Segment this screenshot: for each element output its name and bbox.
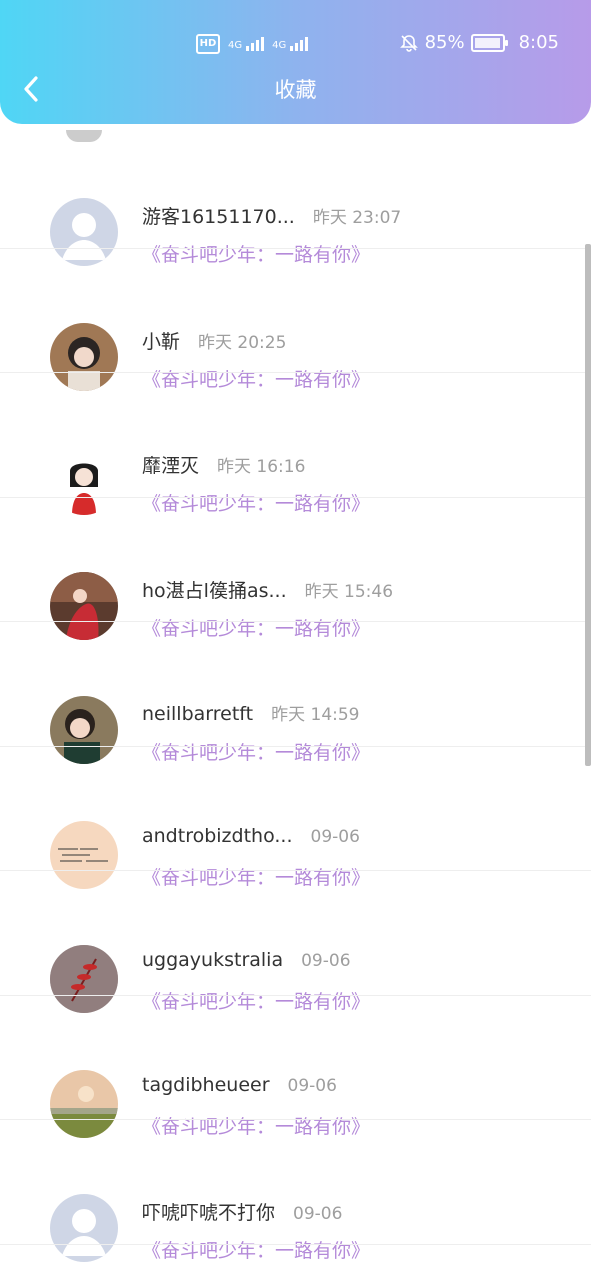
network-type-label: 4G — [228, 40, 243, 51]
user-name[interactable]: uggayukstralia 09-06 — [142, 949, 351, 971]
user-name[interactable]: 靡湮灭 昨天 16:16 — [142, 451, 305, 478]
timestamp: 09-06 — [310, 826, 360, 847]
hd-icon: HD — [196, 34, 220, 54]
list-item[interactable]: 游客16151170... 昨天 23:07 《奋斗吧少年：一路有你》 — [0, 124, 591, 266]
timestamp: 昨天 14:59 — [271, 705, 360, 725]
clock: 8:05 — [518, 32, 559, 53]
battery-percent: 85% — [424, 32, 465, 53]
list-item[interactable]: ho湛占l篌捅as... 昨天 15:46 《奋斗吧少年：一路有你》 — [0, 498, 591, 640]
user-name[interactable]: tagdibheueer 09-06 — [142, 1074, 337, 1096]
signal-icon-2: 4G — [272, 37, 309, 51]
timestamp: 09-06 — [293, 1204, 343, 1224]
timestamp: 昨天 16:16 — [217, 457, 306, 477]
battery-icon — [470, 33, 508, 52]
user-name[interactable]: 小靳 昨天 20:25 — [142, 327, 286, 354]
avatar[interactable] — [50, 1194, 118, 1262]
timestamp: 昨天 15:46 — [304, 581, 394, 602]
network-type-label-2: 4G — [272, 40, 287, 51]
divider — [0, 1243, 591, 1245]
list-item[interactable]: uggayukstralia 09-06 《奋斗吧少年：一路有你》 — [0, 871, 591, 1013]
user-name[interactable]: 游客16151170... 昨天 23:07 — [142, 202, 401, 229]
list-item[interactable]: 小靳 昨天 20:25 《奋斗吧少年：一路有你》 — [0, 249, 591, 391]
favorites-list: 游客16151170... 昨天 23:07 《奋斗吧少年：一路有你》 小靳 昨天 … — [0, 124, 591, 1262]
header-bar: HD 4G 4G 85% 8:05 收藏 — [0, 0, 591, 124]
list-item[interactable]: neillbarretft 昨天 14:59 《奋斗吧少年：一路有你》 — [0, 622, 591, 764]
list-item[interactable]: andtrobizdtho... 09-06 《奋斗吧少年：一路有你》 — [0, 747, 591, 889]
user-name[interactable]: 吓唬吓唬不打你 09-06 — [142, 1198, 342, 1225]
user-name[interactable]: neillbarretft 昨天 14:59 — [142, 700, 360, 725]
user-name[interactable]: andtrobizdtho... 09-06 — [142, 825, 360, 847]
user-name[interactable]: ho湛占l篌捅as... 昨天 15:46 — [142, 576, 393, 603]
page-title: 收藏 — [274, 78, 317, 102]
timestamp: 09-06 — [301, 951, 351, 971]
work-title-link[interactable]: 《奋斗吧少年：一路有你》 — [142, 1236, 370, 1263]
list-item[interactable]: tagdibheueer 09-06 《奋斗吧少年：一路有你》 — [0, 996, 591, 1138]
timestamp: 昨天 23:07 — [312, 208, 402, 228]
timestamp: 09-06 — [287, 1075, 337, 1096]
scrollbar[interactable] — [585, 244, 591, 766]
timestamp: 昨天 20:25 — [198, 332, 287, 353]
bell-muted-icon — [399, 34, 418, 52]
list-item[interactable]: 吓唬吓唬不打你 09-06 《奋斗吧少年：一路有你》 — [0, 1120, 591, 1262]
default-avatar — [50, 1194, 118, 1262]
signal-icon: 4G — [228, 37, 265, 51]
list-item[interactable]: 靡湮灭 昨天 16:16 《奋斗吧少年：一路有你》 — [0, 373, 591, 515]
